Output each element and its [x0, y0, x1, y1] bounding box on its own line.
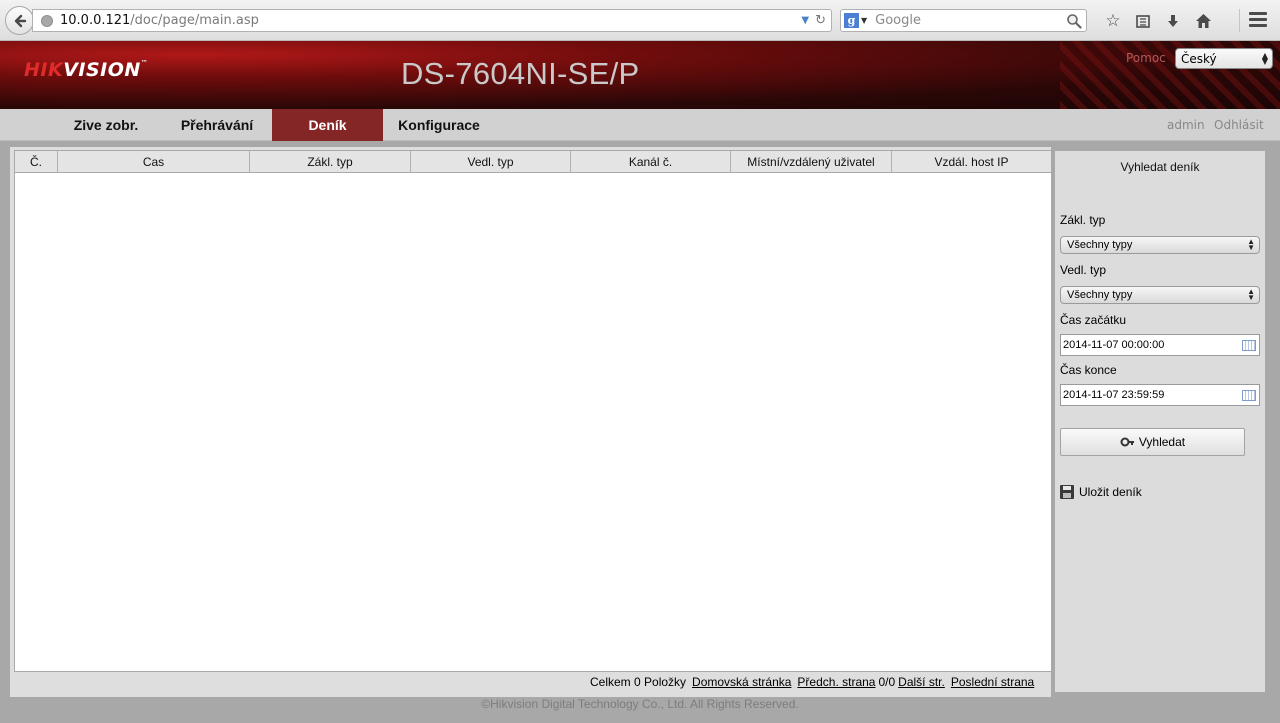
logout-link[interactable]: Odhlásit [1214, 118, 1264, 132]
save-log-label: Uložit deník [1079, 485, 1142, 499]
log-table: Č. Cas Zákl. typ Vedl. typ Kanál č. Míst… [14, 150, 1052, 672]
tab-configuration[interactable]: Konfigurace [387, 109, 491, 141]
end-time-label: Čas konce [1060, 363, 1117, 377]
column-header-time[interactable]: Cas [58, 151, 250, 173]
user-link[interactable]: admin [1167, 118, 1205, 132]
tab-playback[interactable]: Přehrávání [164, 109, 270, 141]
column-header-no[interactable]: Č. [15, 151, 58, 173]
sub-type-value: Všechny typy [1067, 289, 1133, 301]
reload-icon[interactable]: ↻ [815, 13, 826, 28]
prev-page-link[interactable]: Předch. strana [797, 675, 875, 689]
browser-search[interactable]: g ▼ Google [840, 9, 1087, 32]
globe-icon [41, 14, 53, 27]
browser-toolbar: 10.0.0.121/doc/page/main.asp ▼ ↻ g ▼ Goo… [0, 0, 1280, 41]
updown-icon: ▲ ▼ [1247, 237, 1255, 252]
main-nav: Zive zobr. Přehrávání Deník Konfigurace … [0, 109, 1280, 141]
save-log-button[interactable]: Uložit deník [1060, 485, 1142, 499]
column-header-host-ip[interactable]: Vzdál. host IP [892, 151, 1051, 173]
help-link[interactable]: Pomoc [1126, 51, 1166, 65]
search-input[interactable]: Google [875, 13, 1066, 28]
log-search-panel: Vyhledat deník Zákl. typ Všechny typy ▲ ▼… [1054, 150, 1266, 693]
updown-icon: ▲ ▼ [1247, 287, 1255, 302]
main-type-label: Zákl. typ [1060, 213, 1106, 227]
column-header-sub-type[interactable]: Vedl. typ [411, 151, 571, 173]
toolbar-icons: ☆ [1098, 10, 1218, 32]
google-icon[interactable]: g [844, 13, 859, 28]
bookmarks-icon[interactable] [1128, 10, 1158, 32]
end-time-value: 2014-11-07 23:59:59 [1063, 389, 1165, 401]
star-icon[interactable]: ☆ [1098, 10, 1128, 32]
column-header-user[interactable]: Místní/vzdálený uživatel [731, 151, 892, 173]
copyright-footer: ©Hikvision Digital Technology Co., Ltd. … [481, 697, 799, 711]
total-count: Celkem 0 Položky [590, 675, 687, 689]
back-button[interactable] [5, 6, 34, 35]
chevron-down-icon[interactable]: ▼ [861, 16, 867, 25]
last-page-link[interactable]: Poslední strana [951, 675, 1034, 689]
start-time-label: Čas začátku [1060, 313, 1127, 327]
download-icon[interactable] [1158, 10, 1188, 32]
sub-type-select[interactable]: Všechny typy ▲ ▼ [1060, 286, 1260, 304]
page-info: 0/0 [878, 675, 896, 689]
language-select[interactable]: Český ▲ ▼ [1175, 48, 1273, 69]
address-bar[interactable]: 10.0.0.121/doc/page/main.asp ▼ ↻ [32, 9, 832, 32]
language-value: Český [1181, 51, 1217, 66]
url-text[interactable]: 10.0.0.121/doc/page/main.asp [60, 13, 801, 28]
chevron-down-icon[interactable]: ▼ [801, 15, 809, 26]
next-page-link[interactable]: Další str. [898, 675, 945, 689]
tab-live-view[interactable]: Zive zobr. [56, 109, 156, 141]
url-host: 10.0.0.121 [60, 13, 131, 28]
calendar-icon[interactable] [1242, 339, 1256, 351]
column-header-main-type[interactable]: Zákl. typ [250, 151, 411, 173]
search-button-label: Vyhledat [1138, 435, 1186, 449]
tab-log[interactable]: Deník [272, 109, 383, 141]
column-header-channel[interactable]: Kanál č. [571, 151, 731, 173]
app-header: HIKVISION™ DS-7604NI-SE/P Pomoc Český ▲ ▼ [0, 41, 1280, 109]
home-icon[interactable] [1188, 10, 1218, 32]
updown-icon: ▲ ▼ [1261, 50, 1268, 66]
table-header: Č. Cas Zákl. typ Vedl. typ Kanál č. Míst… [15, 151, 1051, 173]
search-icon[interactable] [1066, 13, 1082, 29]
first-page-link[interactable]: Domovská stránka [692, 675, 791, 689]
pagination: Celkem 0 Položky Domovská stránka Předch… [590, 675, 1034, 689]
search-icon [1120, 437, 1134, 447]
device-title: DS-7604NI-SE/P [401, 56, 640, 91]
hikvision-logo: HIKVISION™ [24, 59, 149, 81]
back-arrow-icon [14, 14, 26, 27]
menu-icon[interactable] [1249, 12, 1267, 28]
end-time-input[interactable]: 2014-11-07 23:59:59 [1060, 384, 1260, 406]
start-time-input[interactable]: 2014-11-07 00:00:00 [1060, 334, 1260, 356]
calendar-icon[interactable] [1242, 389, 1256, 401]
search-button[interactable]: Vyhledat [1060, 428, 1245, 456]
url-path: /doc/page/main.asp [130, 13, 259, 28]
panel-title: Vyhledat deník [1120, 160, 1200, 174]
start-time-value: 2014-11-07 00:00:00 [1063, 339, 1165, 351]
main-type-value: Všechny typy [1067, 239, 1133, 251]
floppy-disk-icon [1060, 485, 1074, 499]
sub-type-label: Vedl. typ [1060, 263, 1107, 277]
main-type-select[interactable]: Všechny typy ▲ ▼ [1060, 236, 1260, 254]
toolbar-separator [1239, 9, 1240, 32]
